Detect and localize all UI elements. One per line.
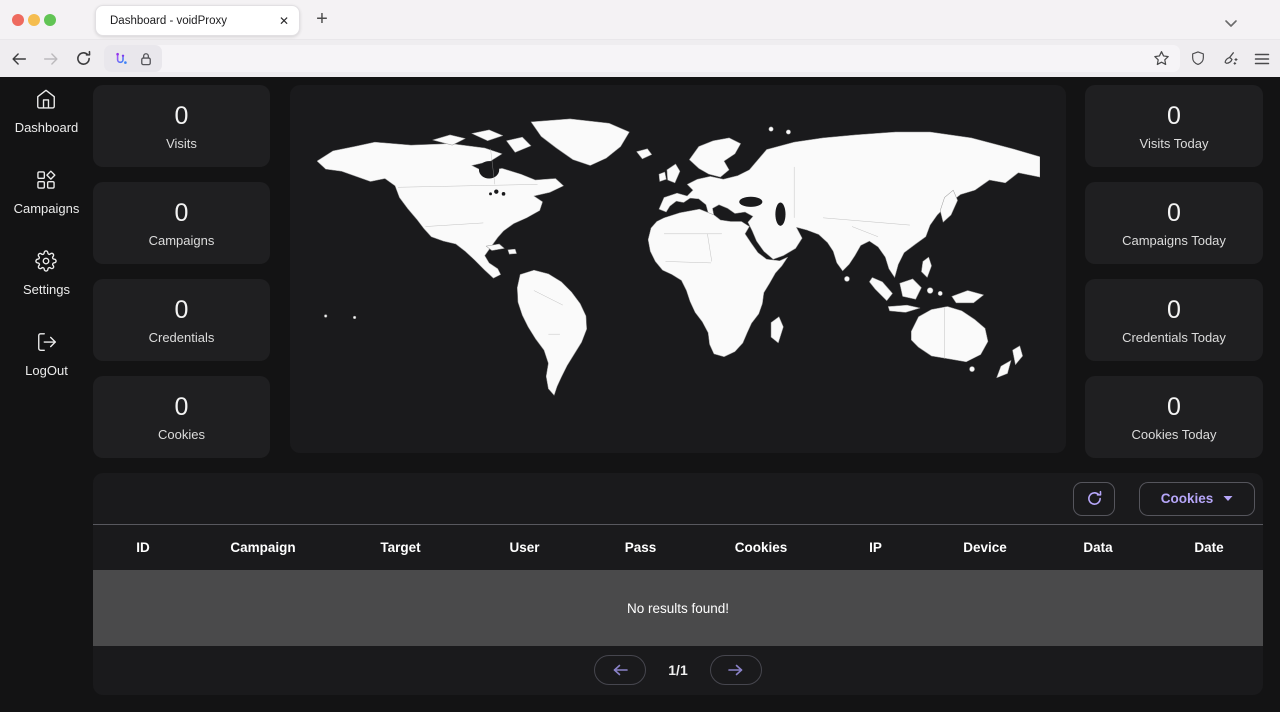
column-header-target: Target: [333, 540, 468, 555]
sidebar-item-campaigns[interactable]: Campaigns: [14, 169, 80, 216]
tab-close-icon[interactable]: ✕: [279, 15, 289, 27]
stat-label: Visits Today: [1140, 136, 1209, 151]
stat-card-credentials: 0 Credentials: [93, 279, 270, 361]
stat-card-visits-today: 0 Visits Today: [1085, 85, 1263, 167]
stat-value: 0: [1167, 296, 1181, 325]
results-toolbar: Cookies: [93, 473, 1263, 525]
prev-page-button[interactable]: [594, 655, 646, 685]
stat-label: Campaigns: [149, 233, 215, 248]
browser-tab[interactable]: Dashboard - voidProxy ✕: [95, 5, 300, 36]
dashboard-content: 0 Visits 0 Campaigns 0 Credentials 0 Coo…: [93, 77, 1280, 712]
refresh-button[interactable]: [1073, 482, 1115, 516]
logout-icon: [36, 331, 58, 356]
sidebar-item-label: LogOut: [25, 363, 68, 378]
minimize-window-button[interactable]: [28, 14, 40, 26]
stat-label: Credentials Today: [1122, 330, 1226, 345]
bookmark-star-icon[interactable]: [1153, 50, 1170, 67]
stats-column-total: 0 Visits 0 Campaigns 0 Credentials 0 Coo…: [93, 85, 270, 458]
stat-card-credentials-today: 0 Credentials Today: [1085, 279, 1263, 361]
sidebar-item-label: Dashboard: [15, 120, 79, 135]
proxy-extension-icon[interactable]: [113, 51, 129, 67]
zoom-window-button[interactable]: [44, 14, 56, 26]
chevron-down-icon: [1223, 495, 1233, 502]
back-icon[interactable]: [10, 50, 28, 68]
stat-card-cookies-today: 0 Cookies Today: [1085, 376, 1263, 458]
column-header-date: Date: [1155, 540, 1263, 555]
cleaner-broom-icon[interactable]: [1221, 51, 1239, 67]
gear-icon: [35, 250, 57, 275]
browser-toolbar: [0, 40, 1280, 77]
stat-card-visits: 0 Visits: [93, 85, 270, 167]
column-header-cookies: Cookies: [700, 540, 822, 555]
stat-value: 0: [1167, 199, 1181, 228]
browser-titlebar: Dashboard - voidProxy ✕ +: [0, 0, 1280, 40]
lock-icon[interactable]: [138, 51, 154, 67]
category-grid-icon: [35, 169, 57, 194]
stat-value: 0: [175, 296, 189, 325]
world-map-card: [290, 85, 1066, 453]
pagination: 1/1: [93, 646, 1263, 694]
url-bar[interactable]: [104, 45, 1180, 72]
column-header-data: Data: [1041, 540, 1155, 555]
stat-value: 0: [1167, 393, 1181, 422]
close-window-button[interactable]: [12, 14, 24, 26]
column-header-ip: IP: [822, 540, 929, 555]
next-page-button[interactable]: [710, 655, 762, 685]
sidebar-item-label: Campaigns: [14, 201, 80, 216]
new-tab-button[interactable]: +: [310, 7, 334, 31]
shield-icon[interactable]: [1190, 50, 1206, 67]
voidproxy-dashboard: Dashboard Campaigns Settings LogOut 0 Vi…: [0, 77, 1280, 712]
stat-card-campaigns: 0 Campaigns: [93, 182, 270, 264]
home-icon: [35, 88, 57, 113]
stat-card-campaigns-today: 0 Campaigns Today: [1085, 182, 1263, 264]
sidebar-item-dashboard[interactable]: Dashboard: [15, 88, 79, 135]
menu-icon[interactable]: [1254, 52, 1270, 66]
arrow-left-icon: [610, 663, 630, 677]
sidebar: Dashboard Campaigns Settings LogOut: [0, 77, 93, 712]
refresh-icon: [1086, 490, 1103, 507]
url-input[interactable]: [162, 45, 1153, 72]
reload-icon[interactable]: [74, 50, 92, 68]
stat-value: 0: [175, 102, 189, 131]
traffic-lights: [12, 14, 56, 26]
sidebar-item-label: Settings: [23, 282, 70, 297]
column-header-campaign: Campaign: [193, 540, 333, 555]
filter-dropdown-button[interactable]: Cookies: [1139, 482, 1255, 516]
column-header-id: ID: [93, 540, 193, 555]
column-header-pass: Pass: [581, 540, 700, 555]
stat-card-cookies: 0 Cookies: [93, 376, 270, 458]
stat-label: Campaigns Today: [1122, 233, 1226, 248]
tab-title: Dashboard - voidProxy: [110, 15, 279, 27]
page-indicator: 1/1: [668, 662, 687, 678]
filter-dropdown-label: Cookies: [1161, 491, 1214, 506]
stat-value: 0: [1167, 102, 1181, 131]
sidebar-item-logout[interactable]: LogOut: [25, 331, 68, 378]
stat-value: 0: [175, 393, 189, 422]
world-map: [317, 116, 1040, 396]
stat-label: Cookies: [158, 427, 205, 442]
empty-state-message: No results found!: [627, 601, 729, 616]
column-header-user: User: [468, 540, 581, 555]
column-header-device: Device: [929, 540, 1041, 555]
stat-label: Cookies Today: [1131, 427, 1216, 442]
arrow-right-icon: [726, 663, 746, 677]
empty-state-row: No results found!: [93, 570, 1263, 646]
forward-icon[interactable]: [42, 50, 60, 68]
toolbar-right-icons: [1190, 50, 1270, 67]
results-panel: Cookies ID Campaign Target User Pass Coo…: [93, 473, 1263, 695]
table-header-row: ID Campaign Target User Pass Cookies IP …: [93, 525, 1263, 570]
stat-label: Credentials: [149, 330, 215, 345]
tab-list-chevron-icon[interactable]: [1224, 15, 1238, 33]
stats-column-today: 0 Visits Today 0 Campaigns Today 0 Crede…: [1085, 85, 1263, 458]
site-identity-box: [104, 45, 162, 72]
stat-label: Visits: [166, 136, 197, 151]
stat-value: 0: [175, 199, 189, 228]
sidebar-item-settings[interactable]: Settings: [23, 250, 70, 297]
